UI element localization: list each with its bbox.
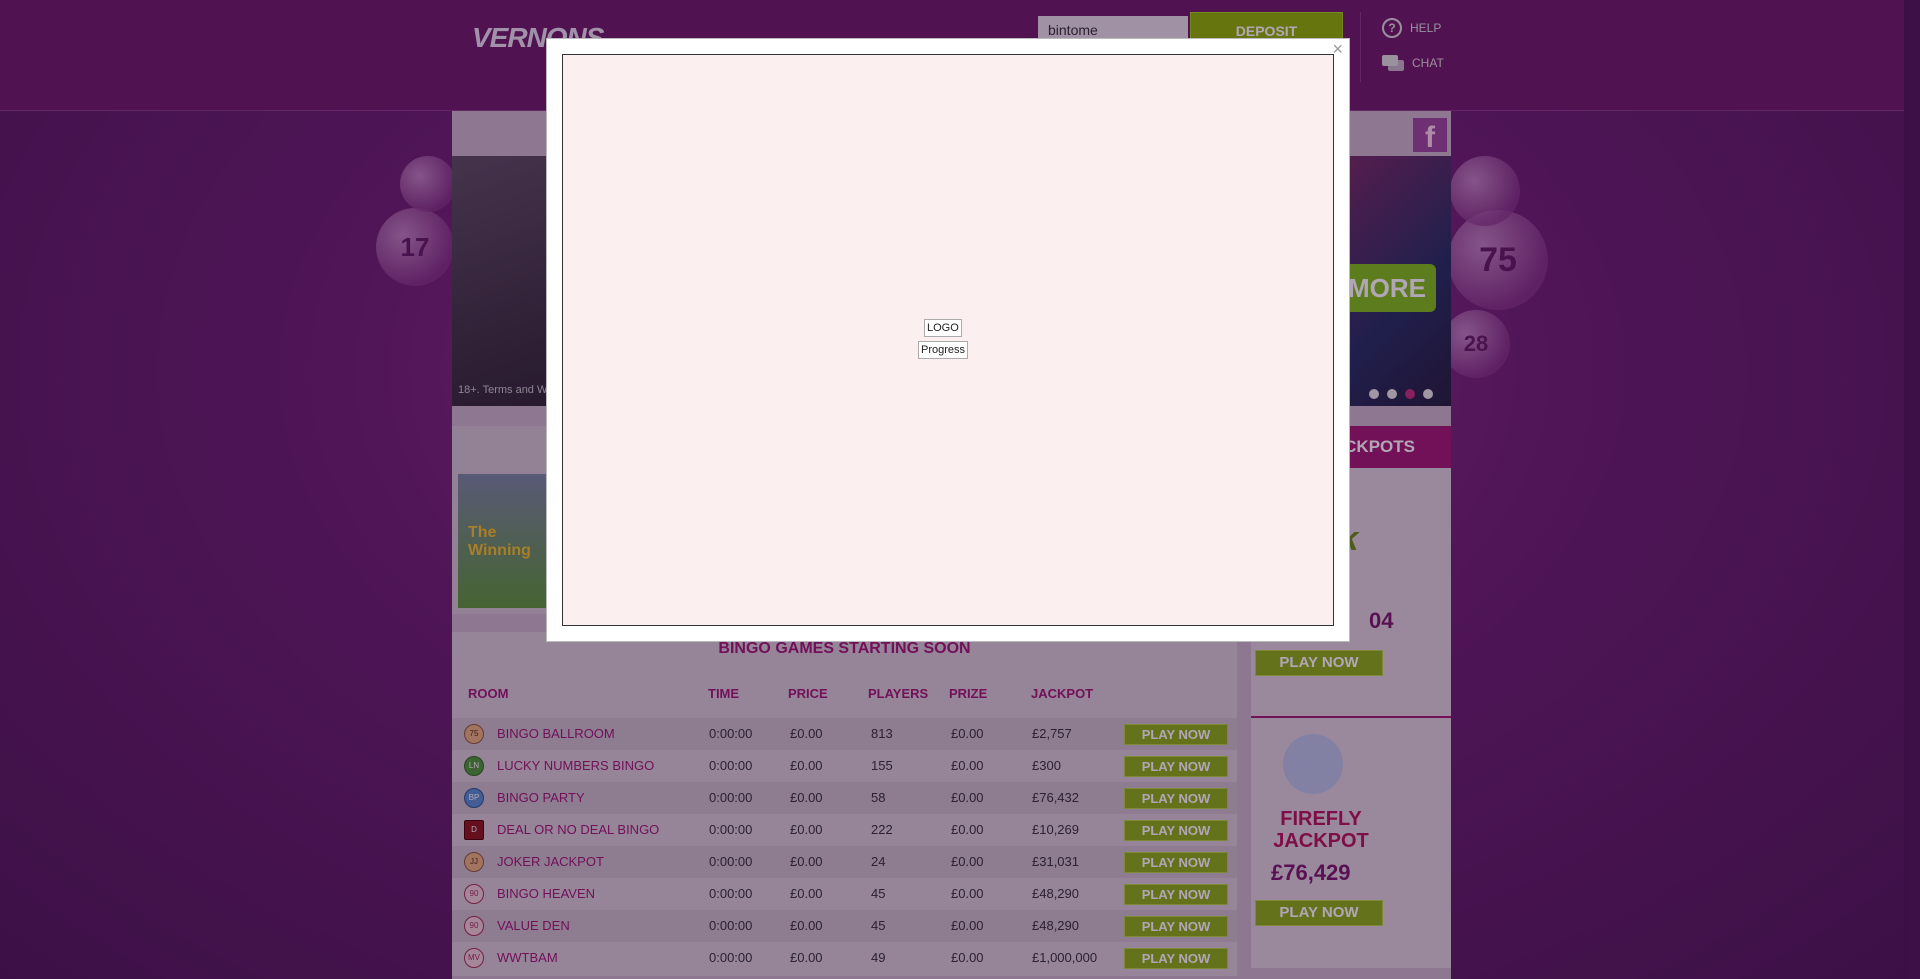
progress-image-placeholder: Progress [918, 341, 969, 359]
logo-image-placeholder: LOGO [924, 319, 962, 337]
loading-modal: × LOGO Progress [546, 38, 1350, 642]
close-icon[interactable]: × [1332, 39, 1343, 60]
modal-frame: LOGO Progress [562, 54, 1334, 626]
